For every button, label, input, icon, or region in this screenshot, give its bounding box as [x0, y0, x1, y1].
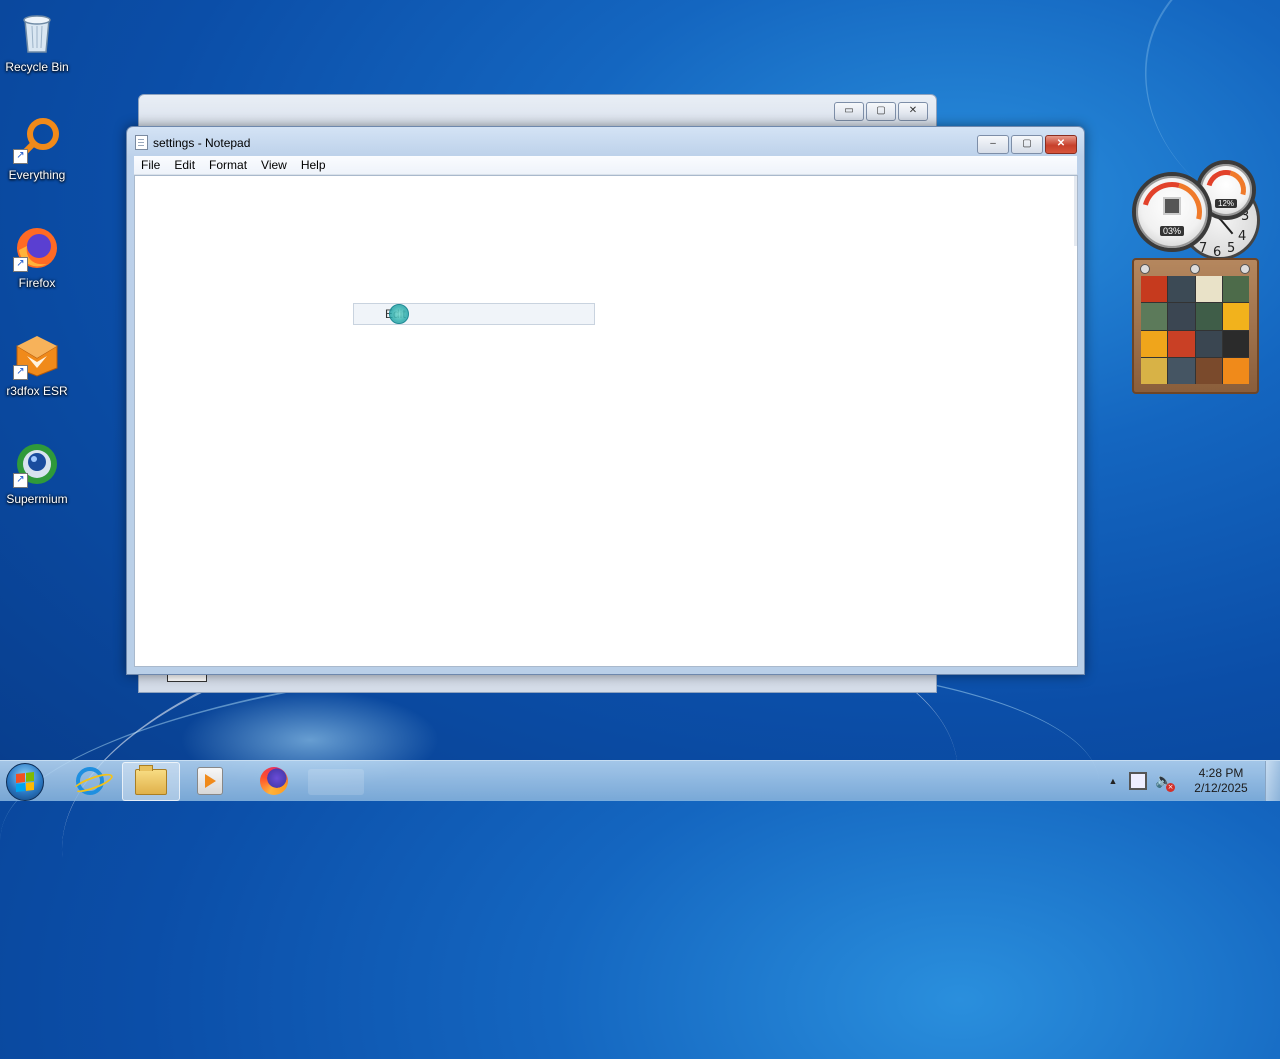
puzzle-tile[interactable]: [1141, 276, 1168, 303]
shortcut-arrow-icon: ↗: [13, 149, 28, 164]
cpu-chip-icon: [1163, 197, 1181, 216]
taskbar-ghost-button[interactable]: [308, 769, 364, 795]
window-controls: ▭ ▢ ✕: [834, 102, 928, 121]
window-controls: ‒ ▢ ✕: [977, 135, 1077, 154]
puzzle-button-icon[interactable]: [1190, 264, 1200, 274]
puzzle-tile[interactable]: [1168, 330, 1195, 357]
internet-explorer-icon: [76, 766, 104, 795]
taskbar-windows-explorer[interactable]: [122, 762, 180, 801]
clock-number: 4: [1238, 229, 1247, 244]
puzzle-grid: [1141, 276, 1249, 384]
maximize-button[interactable]: ▢: [1011, 135, 1043, 154]
taskbar-firefox[interactable]: [246, 762, 302, 799]
taskbar-media-player[interactable]: [182, 762, 238, 799]
puzzle-tile[interactable]: [1168, 276, 1195, 303]
shortcut-arrow-icon: ↗: [13, 473, 28, 488]
puzzle-tile[interactable]: [1222, 357, 1249, 384]
puzzle-tile[interactable]: [1195, 303, 1222, 330]
menu-help[interactable]: Help: [294, 156, 333, 174]
desktop-icon-firefox[interactable]: ↗ Firefox: [0, 224, 74, 290]
menu-file[interactable]: File: [134, 156, 167, 174]
puzzle-tile[interactable]: [1222, 330, 1249, 357]
puzzle-tile[interactable]: [1222, 276, 1249, 303]
desktop-icon-everything[interactable]: ↗ Everything: [0, 116, 74, 182]
notepad-window[interactable]: settings - Notepad ‒ ▢ ✕ File Edit Forma…: [126, 126, 1085, 675]
desktop-icon-supermium[interactable]: ↗ Supermium: [0, 440, 74, 506]
puzzle-button-icon[interactable]: [1240, 264, 1250, 274]
taskbar: ▲ 🔈 × 4:28 PM 2/12/2025: [0, 760, 1280, 801]
title-bar[interactable]: settings - Notepad: [135, 135, 250, 150]
start-button[interactable]: [6, 763, 44, 801]
firefox-icon: ↗: [13, 224, 61, 272]
supermium-icon: ↗: [13, 440, 61, 488]
puzzle-tile[interactable]: [1141, 303, 1168, 330]
media-player-icon: [197, 766, 223, 795]
taskbar-internet-explorer[interactable]: [62, 762, 118, 799]
minimize-button[interactable]: ‒: [977, 135, 1009, 154]
recycle-bin-icon: [13, 8, 61, 56]
desktop-icon-r3dfox[interactable]: ↗ r3dfox ESR: [0, 332, 74, 398]
taskbar-clock[interactable]: 4:28 PM 2/12/2025: [1185, 766, 1257, 796]
clock-date: 2/12/2025: [1194, 781, 1248, 795]
puzzle-tile[interactable]: [1195, 276, 1222, 303]
close-button[interactable]: ✕: [1045, 135, 1077, 154]
firefox-icon: [260, 766, 288, 795]
menu-view[interactable]: View: [254, 156, 294, 174]
everything-search-icon: ↗: [13, 116, 61, 164]
scrollbar[interactable]: [1074, 176, 1077, 246]
show-hidden-icons-button[interactable]: ▲: [1105, 776, 1121, 786]
desktop-icon-recycle-bin[interactable]: Recycle Bin: [0, 8, 74, 74]
picture-puzzle-gadget[interactable]: [1132, 258, 1259, 394]
puzzle-tile[interactable]: [1195, 357, 1222, 384]
desktop-icon-label: Supermium: [6, 492, 68, 506]
clock-number: 5: [1227, 241, 1236, 256]
minimize-button[interactable]: ▭: [834, 102, 864, 121]
menu-format[interactable]: Format: [202, 156, 254, 174]
close-button[interactable]: ✕: [898, 102, 928, 121]
cursor-highlight-icon: [389, 304, 409, 324]
puzzle-tile[interactable]: [1168, 357, 1195, 384]
menu-edit[interactable]: Edit: [167, 156, 202, 174]
clock-time: 4:28 PM: [1198, 766, 1244, 780]
puzzle-tile[interactable]: [1168, 303, 1195, 330]
maximize-button[interactable]: ▢: [866, 102, 896, 121]
volume-muted-icon[interactable]: 🔈 ×: [1155, 772, 1175, 792]
r3dfox-icon: ↗: [13, 332, 61, 380]
puzzle-tile[interactable]: [1222, 303, 1249, 330]
puzzle-button-icon[interactable]: [1140, 264, 1150, 274]
memory-percent: 12%: [1214, 199, 1238, 208]
notepad-icon: [135, 135, 148, 150]
cpu-percent: 03%: [1159, 226, 1185, 236]
puzzle-tile[interactable]: [1141, 357, 1168, 384]
shortcut-arrow-icon: ↗: [13, 365, 28, 380]
clock-hand: [1220, 219, 1234, 235]
cpu-gauge: 03%: [1131, 171, 1213, 253]
windows-explorer-icon: [135, 764, 167, 795]
menu-bar: File Edit Format View Help: [134, 156, 1077, 175]
text-editor[interactable]: [134, 175, 1078, 667]
desktop-icon-label: Firefox: [18, 276, 56, 290]
puzzle-tile[interactable]: [1195, 330, 1222, 357]
windows-logo-icon: [16, 772, 34, 792]
desktop-icon-label: Recycle Bin: [5, 60, 69, 74]
desktop-icon-label: Everything: [8, 168, 66, 182]
shortcut-arrow-icon: ↗: [13, 257, 28, 272]
puzzle-tile[interactable]: [1141, 330, 1168, 357]
clock-number: 7: [1199, 241, 1208, 256]
network-icon[interactable]: [1129, 772, 1147, 790]
desktop-icon-label: r3dfox ESR: [6, 384, 68, 398]
window-title: settings - Notepad: [153, 135, 251, 150]
system-tray: ▲ 🔈 × 4:28 PM 2/12/2025: [1105, 761, 1280, 801]
show-desktop-button[interactable]: [1265, 761, 1280, 801]
